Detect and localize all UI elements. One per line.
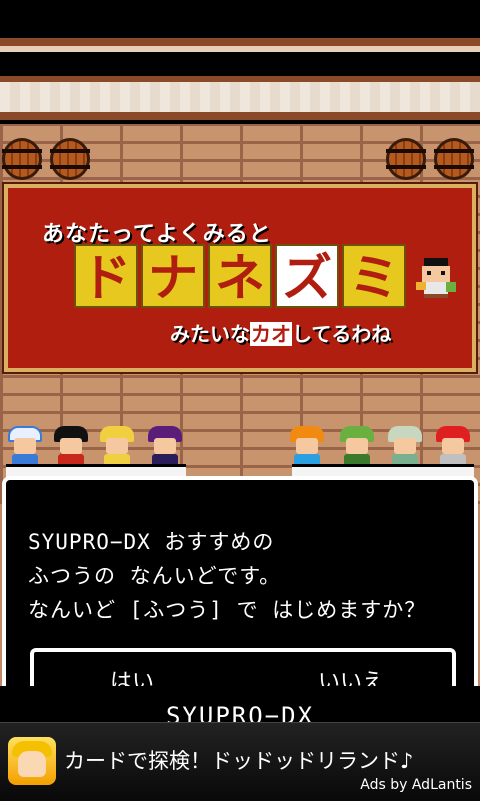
dialog-line-2: ふつうの なんいどです。 (28, 564, 282, 588)
ceiling-beam (0, 112, 480, 120)
ad-credit: Ads by AdLantis (360, 777, 472, 793)
title-tile: ズ (275, 244, 339, 308)
char-face (154, 438, 176, 454)
title-tiles: ド ナ ネ ズ ミ (74, 244, 409, 310)
sign-highlight: カオ (250, 322, 292, 346)
message-window: SYUPRO−DX おすすめの ふつうの なんいどです。 なんいど [ふつう] … (2, 476, 478, 686)
character-blonde-fighter (100, 426, 134, 466)
ad-app-icon[interactable] (8, 737, 56, 785)
char-face (442, 438, 464, 454)
mascot-character-icon (416, 258, 456, 298)
title-tile: ミ (342, 244, 406, 308)
ceiling-shadow (0, 52, 480, 76)
choice-window: はい いいえ (30, 648, 456, 686)
barrel (2, 138, 42, 180)
character-priest (8, 426, 42, 466)
sign-line-bottom: みたいなカオしてるわね (170, 318, 391, 347)
char-face (106, 438, 128, 454)
ad-text[interactable]: カードで探検！ドッドッドリランド♪ (64, 745, 413, 775)
title-tile: ナ (141, 244, 205, 308)
dialog-line-3: なんいど [ふつう] で はじめますか？ (28, 598, 427, 622)
char-face (296, 438, 318, 454)
barrel (50, 138, 90, 180)
title-tile: ネ (208, 244, 272, 308)
char-face (346, 438, 368, 454)
ad-icon-face (18, 751, 46, 777)
ad-banner[interactable]: カードで探検！ドッドッドリランド♪ Ads by AdLantis (0, 722, 480, 801)
game-scene: あなたってよくみると ド ナ ネ ズ ミ みたいなカオしてるわね SYUPRO−… (0, 38, 480, 686)
dialog-line-1: SYUPRO−DX おすすめの (28, 530, 275, 554)
barrel (434, 138, 474, 180)
barrel (386, 138, 426, 180)
char-face (394, 438, 416, 454)
yes-button[interactable]: はい (110, 664, 154, 686)
sign-text: してるわね (292, 322, 392, 346)
status-bar (0, 0, 480, 38)
character-orange-hair-girl (290, 426, 324, 466)
title-tile: ド (74, 244, 138, 308)
char-face (60, 438, 82, 454)
character-purple-hat-mage (148, 426, 182, 466)
char-face (14, 438, 36, 454)
ceiling-panel (0, 82, 480, 112)
character-green-hair-boy (340, 426, 374, 466)
title-signboard: あなたってよくみると ド ナ ネ ズ ミ みたいなカオしてるわね (2, 182, 478, 374)
character-black-hair-girl (54, 426, 88, 466)
sign-text: みたいな (170, 322, 250, 346)
subtitle-strip: SYUPRO−DX (0, 686, 480, 730)
ceiling-beam (0, 38, 480, 46)
character-silver-hair-elf (388, 426, 422, 466)
no-button[interactable]: いいえ (318, 664, 384, 686)
character-red-horned-knight (436, 426, 470, 466)
